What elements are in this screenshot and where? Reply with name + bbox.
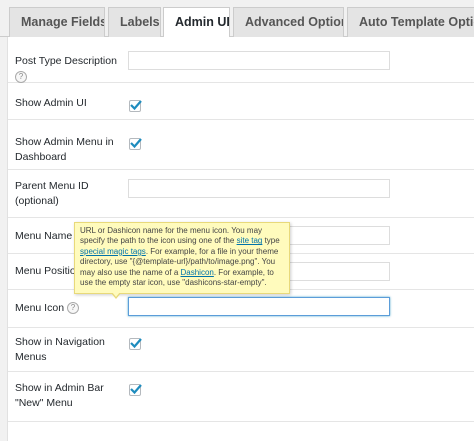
field-label: Parent Menu ID (optional) xyxy=(15,180,89,207)
tab-admin-ui[interactable]: Admin UI xyxy=(163,7,230,38)
tab-advanced-options[interactable]: Advanced Options xyxy=(233,7,344,37)
row-show-admin-menu: Show Admin Menu in Dashboard xyxy=(8,120,474,170)
help-icon[interactable]: ? xyxy=(66,302,79,315)
dashicon-link[interactable]: Dashicon xyxy=(181,268,214,277)
show-admin-menu-checkbox[interactable] xyxy=(129,138,142,150)
menu-icon-input[interactable] xyxy=(128,297,390,316)
tab-labels[interactable]: Labels xyxy=(108,7,161,37)
special-magic-tags-link[interactable]: special magic tags xyxy=(80,247,146,256)
field-label: Show in Admin Bar "New" Menu xyxy=(15,382,104,409)
show-in-nav-menus-checkbox[interactable] xyxy=(129,338,142,350)
post-type-description-input[interactable] xyxy=(128,51,390,70)
tab-label: Labels xyxy=(120,15,160,29)
tab-auto-template-options[interactable]: Auto Template Options xyxy=(347,7,474,37)
row-menu-icon: Menu Icon ? xyxy=(8,290,474,328)
parent-menu-id-input[interactable] xyxy=(128,179,390,198)
show-in-admin-bar-checkbox[interactable] xyxy=(129,384,142,396)
row-post-type-description: Post Type Description ? xyxy=(8,37,474,83)
field-label: Post Type Description ? xyxy=(15,55,117,83)
tab-label: Auto Template Options xyxy=(359,15,474,29)
tab-label: Admin UI xyxy=(175,15,230,29)
row-parent-menu-id: Parent Menu ID (optional) xyxy=(8,170,474,218)
site-tag-link[interactable]: site tag xyxy=(237,236,263,245)
field-label: Menu Icon ? xyxy=(15,301,79,316)
checkmark-icon xyxy=(130,384,142,395)
checkmark-icon xyxy=(130,138,142,149)
field-label: Show in Navigation Menus xyxy=(15,336,105,363)
show-admin-ui-checkbox[interactable] xyxy=(129,100,142,112)
row-show-in-admin-bar: Show in Admin Bar "New" Menu xyxy=(8,372,474,422)
tab-label: Advanced Options xyxy=(245,15,343,29)
help-icon[interactable]: ? xyxy=(15,71,27,83)
tooltip-arrow-inner xyxy=(112,292,120,297)
field-label: Menu Position xyxy=(15,265,82,277)
tab-label: Manage Fields xyxy=(21,15,105,29)
field-label: Show Admin UI xyxy=(15,97,87,109)
tab-manage-fields[interactable]: Manage Fields xyxy=(9,7,105,37)
checkmark-icon xyxy=(130,100,142,111)
row-show-admin-ui: Show Admin UI xyxy=(8,83,474,120)
row-show-in-nav-menus: Show in Navigation Menus xyxy=(8,328,474,372)
field-label: Show Admin Menu in Dashboard xyxy=(15,136,114,163)
checkmark-icon xyxy=(130,338,142,349)
field-label: Menu Name xyxy=(15,230,73,242)
menu-icon-help-tooltip: URL or Dashicon name for the menu icon. … xyxy=(74,222,290,294)
tab-bar: Manage Fields Labels Admin UI Advanced O… xyxy=(0,0,474,38)
